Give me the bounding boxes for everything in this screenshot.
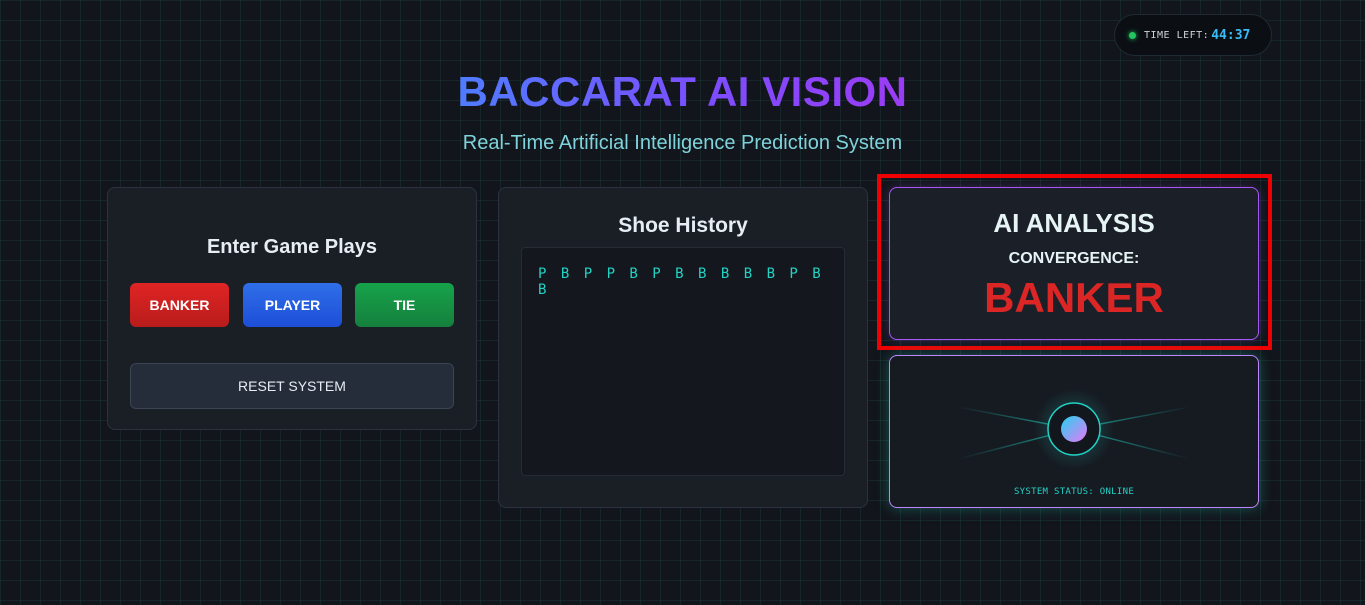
shoe-history-list[interactable]: P B P P B P B B B B B P B B [521, 247, 845, 476]
system-status-panel: SYSTEM STATUS: ONLINE [889, 355, 1259, 508]
convergence-label: CONVERGENCE: [1008, 250, 1140, 267]
orb-core [1061, 416, 1087, 442]
time-left-badge: TIME LEFT: 44:37 [1114, 14, 1272, 56]
prediction-result: BANKER [984, 274, 1164, 321]
shoe-history-heading: Shoe History [618, 214, 748, 237]
ai-analysis-heading: AI ANALYSIS [993, 208, 1155, 238]
page-subtitle: Real-Time Artificial Intelligence Predic… [462, 132, 903, 154]
ai-orb-icon [957, 389, 1191, 469]
player-button[interactable]: PLAYER [243, 283, 342, 327]
time-left-value: 44:37 [1211, 27, 1251, 43]
reset-system-button[interactable]: RESET SYSTEM [130, 363, 454, 409]
game-plays-panel: Enter Game Plays BANKER PLAYER TIE RESET… [107, 187, 477, 430]
page-title: BACCARAT AI VISION [457, 68, 908, 115]
system-status-text: SYSTEM STATUS: ONLINE [1013, 487, 1135, 497]
game-plays-heading: Enter Game Plays [206, 236, 378, 258]
shoe-history-sequence: P B P P B P B B B B B P B B [538, 266, 824, 298]
banker-button[interactable]: BANKER [130, 283, 229, 327]
tie-button[interactable]: TIE [355, 283, 454, 327]
online-dot-icon [1129, 31, 1136, 39]
ai-analysis-panel: AI ANALYSIS CONVERGENCE: BANKER [889, 187, 1259, 340]
time-left-label: TIME LEFT: [1144, 29, 1210, 41]
shoe-history-panel: Shoe History P B P P B P B B B B B P B B [498, 187, 868, 508]
